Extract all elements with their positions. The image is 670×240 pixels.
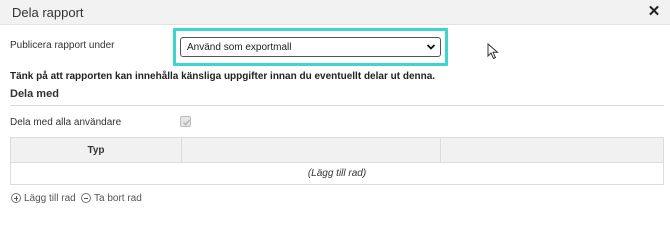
dialog-title: Dela rapport bbox=[12, 5, 84, 20]
column-header-type: Typ bbox=[11, 138, 182, 163]
table-row-add-placeholder[interactable]: (Lägg till rad) bbox=[11, 163, 663, 185]
remove-row-button[interactable]: Ta bort rad bbox=[81, 193, 142, 204]
remove-row-label: Ta bort rad bbox=[94, 193, 142, 204]
section-divider bbox=[10, 105, 664, 106]
close-icon[interactable]: ✕ bbox=[645, 3, 663, 21]
share-section-heading: Dela med bbox=[10, 88, 59, 100]
plus-circle-icon bbox=[11, 193, 21, 203]
publish-under-selected-value: Använd som exportmall bbox=[187, 42, 292, 53]
share-all-checkbox[interactable] bbox=[180, 116, 191, 127]
column-header bbox=[441, 138, 663, 163]
publish-under-select[interactable]: Använd som exportmall bbox=[180, 37, 441, 57]
share-all-label: Dela med alla användare bbox=[10, 117, 122, 128]
checkmark-icon bbox=[182, 119, 191, 126]
sensitive-data-warning: Tänk på att rapporten kan innehålla käns… bbox=[10, 71, 436, 82]
share-table: Typ (Lägg till rad) bbox=[10, 137, 664, 185]
chevron-down-icon bbox=[426, 44, 436, 50]
minus-circle-icon bbox=[81, 193, 91, 203]
mouse-cursor-icon bbox=[487, 43, 499, 60]
publish-under-label: Publicera rapport under bbox=[10, 40, 115, 51]
table-header-row: Typ bbox=[11, 138, 663, 163]
add-row-button[interactable]: Lägg till rad bbox=[11, 193, 76, 204]
add-row-label: Lägg till rad bbox=[24, 193, 76, 204]
column-header bbox=[182, 138, 441, 163]
dialog-header: Dela rapport ✕ bbox=[0, 0, 670, 25]
